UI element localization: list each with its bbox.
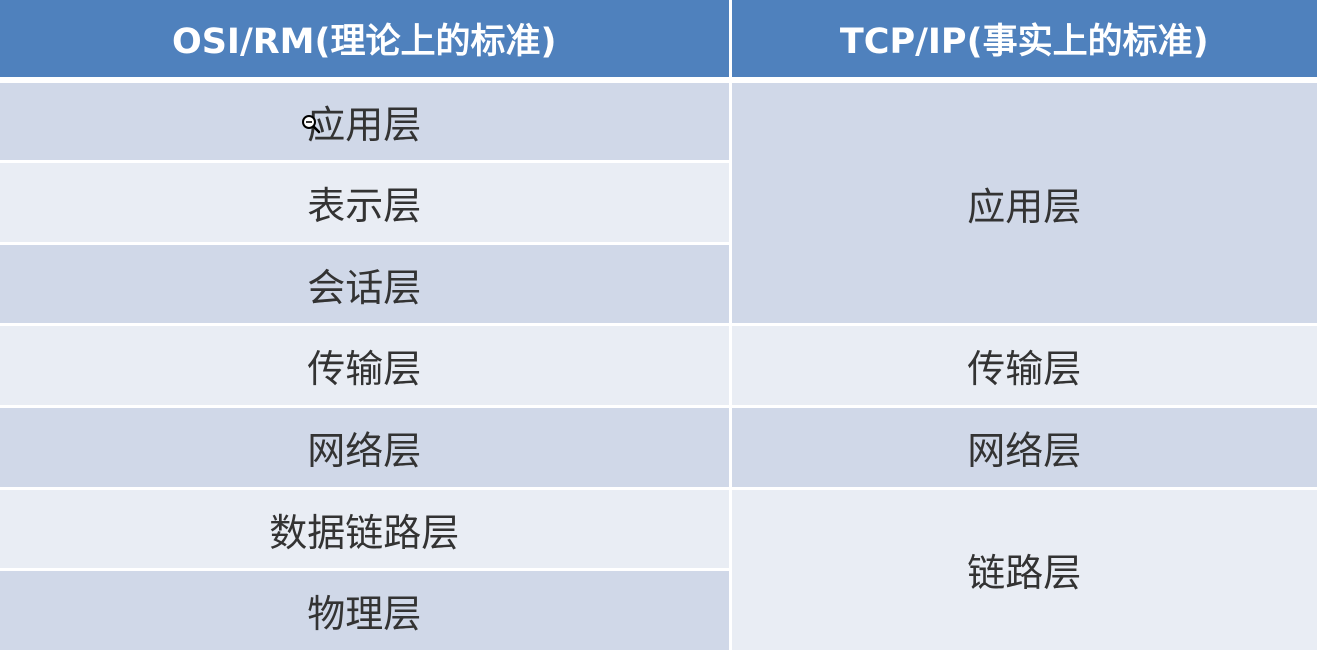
osi-layer-cell: 会话层 xyxy=(0,243,732,327)
osi-header: OSI/RM(理论上的标准) xyxy=(0,0,732,83)
tcpip-network-layer: 网络层 xyxy=(967,428,1082,473)
tcpip-header: TCP/IP(事实上的标准) xyxy=(730,0,1317,83)
tcpip-layer-cell: 传输层 xyxy=(730,324,1317,409)
osi-layer-cell: 传输层 xyxy=(0,324,732,409)
osi-layer-cell: 表示层 xyxy=(0,161,732,245)
osi-tcpip-comparison-table: OSI/RM(理论上的标准) TCP/IP(事实上的标准) 应用层 应用层 表示… xyxy=(0,0,1317,653)
tcpip-layer-cell: 链路层 xyxy=(730,488,1317,653)
tcpip-layer-cell: 网络层 xyxy=(730,406,1317,490)
osi-physical-layer: 物理层 xyxy=(307,592,422,637)
osi-presentation-layer: 表示层 xyxy=(307,183,422,228)
osi-layer-cell: 应用层 xyxy=(0,80,732,164)
osi-transport-layer: 传输层 xyxy=(307,347,422,392)
tcpip-layer-cell: 应用层 xyxy=(730,80,1317,327)
osi-session-layer: 会话层 xyxy=(307,265,422,310)
table-row: 网络层 网络层 xyxy=(0,406,1317,490)
tcpip-application-layer: 应用层 xyxy=(967,184,1082,229)
tcpip-transport-layer: 传输层 xyxy=(967,347,1082,392)
osi-network-layer: 网络层 xyxy=(307,428,422,473)
osi-layer-cell: 物理层 xyxy=(0,569,732,653)
osi-data-link-layer: 数据链路层 xyxy=(269,510,460,555)
tcpip-link-layer: 链路层 xyxy=(967,551,1082,596)
osi-layer-cell: 网络层 xyxy=(0,406,732,490)
table-row: 应用层 应用层 xyxy=(0,80,1317,327)
header-row: OSI/RM(理论上的标准) TCP/IP(事实上的标准) xyxy=(0,0,1317,83)
table-row: 传输层 传输层 xyxy=(0,324,1317,409)
osi-layer-cell: 数据链路层 xyxy=(0,488,732,572)
osi-application-layer: 应用层 xyxy=(307,103,422,148)
table-row: 数据链路层 链路层 xyxy=(0,488,1317,653)
